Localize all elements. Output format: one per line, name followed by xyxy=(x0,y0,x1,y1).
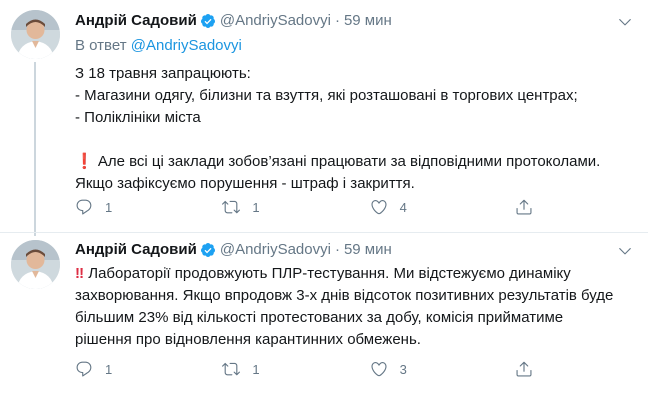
author-name[interactable]: Андрій Садовий xyxy=(75,12,197,29)
tweet-text: ‼ Лабораторії продовжують ПЛР-тестування… xyxy=(75,263,624,351)
timestamp[interactable]: 59 мин xyxy=(344,241,392,258)
retweet-count: 1 xyxy=(252,199,260,215)
reply-count: 1 xyxy=(105,199,113,215)
text-line: Але всі ці заклади зобов’язані працювати… xyxy=(75,153,601,192)
heart-icon xyxy=(371,200,387,215)
retweet-button[interactable]: 1 xyxy=(222,360,369,378)
text-body: Лабораторії продовжують ПЛР-тестування. … xyxy=(75,265,614,348)
reply-button[interactable]: 1 xyxy=(75,198,222,216)
reply-prefix: В ответ xyxy=(75,37,127,54)
tweet[interactable]: Андрій Садовий @AndriySadovyi · 59 мин В… xyxy=(0,0,648,236)
reply-handle-link[interactable]: @AndriySadovyi xyxy=(131,37,242,54)
timestamp[interactable]: 59 мин xyxy=(344,12,392,29)
separator: · xyxy=(334,241,340,258)
verified-badge-icon xyxy=(200,13,215,28)
tweet[interactable]: Андрій Садовий @AndriySadovyi · 59 мин ‼… xyxy=(0,232,648,407)
tweet-text: З 18 травня запрацюють: - Магазини одягу… xyxy=(75,63,624,195)
reply-icon xyxy=(76,361,92,377)
like-count: 4 xyxy=(399,199,407,215)
reply-context: В ответ @AndriySadovyi xyxy=(75,37,242,54)
tweet-header: Андрій Садовий @AndriySadovyi · 59 мин xyxy=(75,241,392,258)
tweet-actions: 1 1 4 xyxy=(75,197,545,217)
chevron-down-icon[interactable] xyxy=(616,242,634,260)
author-handle[interactable]: @AndriySadovyi xyxy=(220,241,331,258)
share-icon xyxy=(516,199,532,215)
tweet-actions: 1 1 3 xyxy=(75,359,545,379)
heart-icon xyxy=(371,362,387,377)
exclamation-emoji: ❗ xyxy=(75,153,94,170)
retweet-icon xyxy=(222,362,241,376)
author-handle[interactable]: @AndriySadovyi xyxy=(220,12,331,29)
author-name[interactable]: Андрій Садовий xyxy=(75,241,197,258)
retweet-icon xyxy=(222,200,241,214)
retweet-count: 1 xyxy=(252,361,260,377)
share-button[interactable] xyxy=(515,360,545,378)
reply-icon xyxy=(76,199,92,215)
chevron-down-icon[interactable] xyxy=(616,13,634,31)
avatar[interactable] xyxy=(11,10,60,59)
text-line: - Магазини одягу, білизни та взуття, які… xyxy=(75,87,578,104)
text-paragraph: ‼ Лабораторії продовжують ПЛР-тестування… xyxy=(75,263,624,351)
share-button[interactable] xyxy=(515,198,545,216)
tweet-header: Андрій Садовий @AndriySadovyi · 59 мин xyxy=(75,12,392,29)
thread-connector xyxy=(34,62,36,236)
retweet-button[interactable]: 1 xyxy=(222,198,369,216)
reply-button[interactable]: 1 xyxy=(75,360,222,378)
like-count: 3 xyxy=(399,361,407,377)
double-exclamation-emoji: ‼ xyxy=(75,265,85,282)
reply-count: 1 xyxy=(105,361,113,377)
like-button[interactable]: 4 xyxy=(370,198,517,216)
text-paragraph: ❗ Але всі ці заклади зобов’язані працюва… xyxy=(75,151,624,195)
avatar[interactable] xyxy=(11,240,60,289)
separator: · xyxy=(334,12,340,29)
like-button[interactable]: 3 xyxy=(370,360,517,378)
verified-badge-icon xyxy=(200,242,215,257)
text-line: З 18 травня запрацюють: xyxy=(75,65,251,82)
share-icon xyxy=(516,361,532,377)
text-line: - Поліклініки міста xyxy=(75,109,201,126)
